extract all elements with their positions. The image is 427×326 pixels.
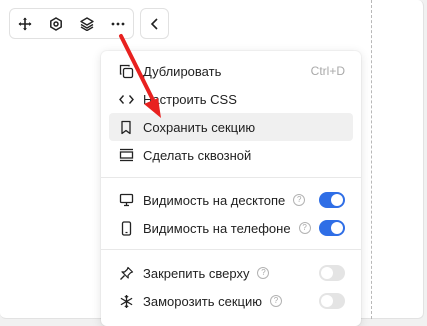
layers-icon (80, 16, 94, 31)
phone-visibility-toggle[interactable] (319, 220, 345, 236)
menu-item-save-section[interactable]: Сохранить секцию (109, 113, 353, 141)
more-icon (111, 22, 125, 25)
desktop-icon (117, 191, 135, 209)
desktop-visibility-toggle[interactable] (319, 192, 345, 208)
guide-line (371, 0, 372, 319)
move-icon (18, 17, 32, 30)
move-button[interactable] (10, 9, 41, 38)
shortcut-label: Ctrl+D (310, 64, 345, 78)
section-context-menu: Дублировать Ctrl+D Настроить CSS Сохрани… (101, 51, 361, 326)
snowflake-icon (117, 292, 135, 310)
phone-icon (117, 219, 135, 237)
back-button[interactable] (140, 8, 169, 39)
pin-icon (117, 264, 135, 282)
menu-item-label: Видимость на телефоне (143, 220, 291, 236)
menu-divider (101, 177, 361, 178)
editor-canvas: Дублировать Ctrl+D Настроить CSS Сохрани… (0, 0, 424, 326)
help-icon[interactable]: ? (270, 295, 282, 307)
settings-icon (50, 16, 63, 31)
menu-item-label: Видимость на десктопе (143, 192, 286, 208)
menu-item-duplicate[interactable]: Дублировать Ctrl+D (109, 57, 353, 85)
menu-item-label: Настроить CSS (143, 91, 237, 107)
menu-divider (101, 249, 361, 250)
global-section-icon (117, 146, 135, 164)
menu-item-freeze-section[interactable]: Заморозить секцию ? (109, 287, 353, 315)
help-icon[interactable]: ? (257, 267, 270, 279)
code-icon (117, 90, 135, 108)
section-toolbar (9, 8, 134, 39)
layers-button[interactable] (72, 9, 103, 38)
chevron-left-icon (150, 17, 158, 30)
menu-item-desktop-visibility[interactable]: Видимость на десктопе ? (109, 186, 353, 214)
more-button[interactable] (102, 9, 133, 38)
freeze-section-toggle[interactable] (319, 293, 345, 309)
settings-button[interactable] (41, 9, 72, 38)
menu-item-phone-visibility[interactable]: Видимость на телефоне ? (109, 214, 353, 242)
menu-item-label: Заморозить секцию (143, 293, 262, 309)
help-icon[interactable]: ? (293, 194, 306, 206)
menu-item-label: Закрепить сверху (143, 265, 250, 281)
menu-item-custom-css[interactable]: Настроить CSS (109, 85, 353, 113)
bookmark-icon (117, 118, 135, 136)
pin-top-toggle[interactable] (319, 265, 345, 281)
help-icon[interactable]: ? (298, 222, 311, 234)
copy-icon (117, 62, 135, 80)
menu-item-label: Дублировать (143, 63, 222, 79)
menu-item-pin-top[interactable]: Закрепить сверху ? (109, 259, 353, 287)
menu-item-label: Сделать сквозной (143, 147, 252, 163)
menu-item-label: Сохранить секцию (143, 119, 256, 135)
menu-item-make-global[interactable]: Сделать сквозной (109, 141, 353, 169)
